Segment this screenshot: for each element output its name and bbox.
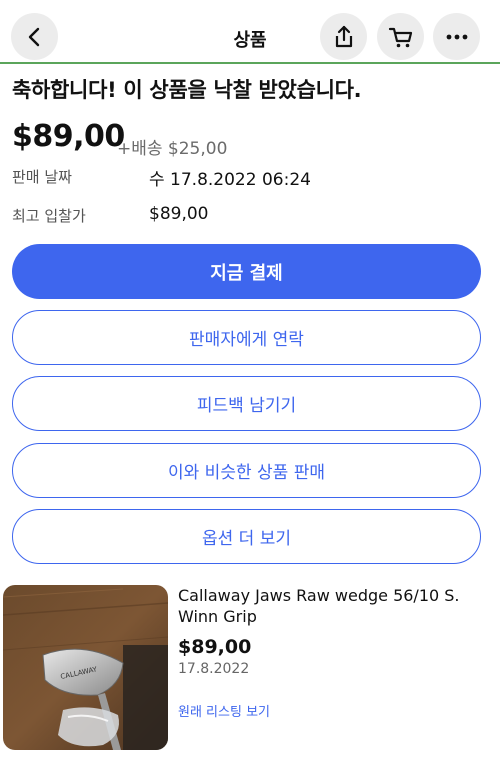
more-icon xyxy=(446,34,467,39)
share-button[interactable] xyxy=(320,13,367,60)
pay-now-button[interactable]: 지금 결제 xyxy=(12,244,481,299)
price: $89,00 xyxy=(12,119,125,154)
item-price: $89,00 xyxy=(178,636,252,658)
cart-icon xyxy=(388,27,412,47)
contact-seller-button[interactable]: 판매자에게 연락 xyxy=(12,310,481,365)
top-bar: 상품 xyxy=(0,0,500,62)
share-icon xyxy=(335,25,352,47)
item-date: 17.8.2022 xyxy=(178,661,250,677)
more-options-button[interactable]: 옵션 더 보기 xyxy=(12,509,481,564)
shipping-cost: +배송 $25,00 xyxy=(117,139,228,159)
page-title: 상품 xyxy=(233,30,267,51)
header-divider xyxy=(0,62,500,64)
sale-date-value: 수 17.8.2022 06:24 xyxy=(149,170,311,190)
view-original-listing-link[interactable]: 원래 리스팅 보기 xyxy=(178,701,270,720)
cart-button[interactable] xyxy=(377,13,424,60)
golf-wedge-photo: CALLAWAY xyxy=(3,585,168,750)
more-button[interactable] xyxy=(433,13,480,60)
item-thumbnail[interactable]: CALLAWAY xyxy=(3,585,168,750)
leave-feedback-button[interactable]: 피드백 남기기 xyxy=(12,376,481,431)
top-bid-value: $89,00 xyxy=(149,204,209,224)
sell-similar-button[interactable]: 이와 비슷한 상품 판매 xyxy=(12,443,481,498)
top-bid-label: 최고 입찰가 xyxy=(12,207,86,225)
congrats-headline: 축하합니다! 이 상품을 낙찰 받았습니다. xyxy=(12,78,362,102)
sale-date-label: 판매 날짜 xyxy=(12,168,72,186)
item-title[interactable]: Callaway Jaws Raw wedge 56/10 S. Winn Gr… xyxy=(178,585,478,627)
